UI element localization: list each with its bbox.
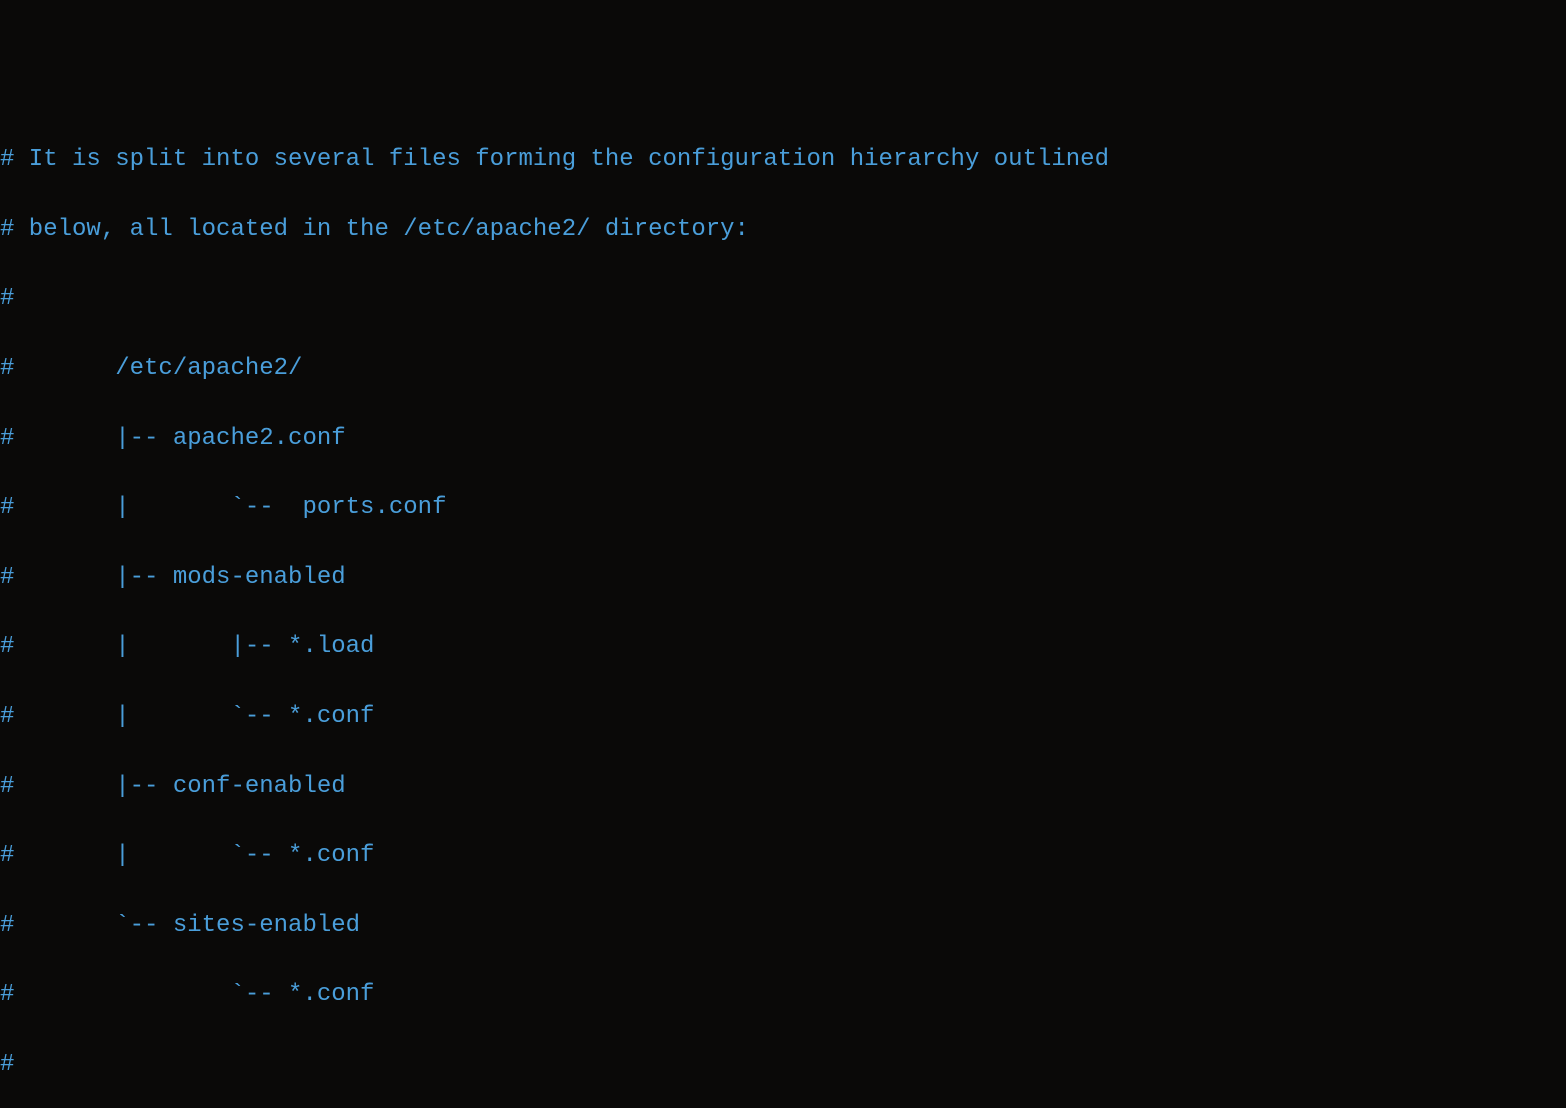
config-tree-line: # `-- *.conf bbox=[0, 978, 1566, 1013]
config-tree-line: # |-- mods-enabled bbox=[0, 561, 1566, 596]
config-tree-line: # |-- apache2.conf bbox=[0, 422, 1566, 457]
config-tree-line: # /etc/apache2/ bbox=[0, 352, 1566, 387]
config-tree-line: # | `-- ports.conf bbox=[0, 491, 1566, 526]
config-comment-line: # bbox=[0, 1048, 1566, 1083]
config-tree-line: # | `-- *.conf bbox=[0, 839, 1566, 874]
config-tree-line: # | `-- *.conf bbox=[0, 700, 1566, 735]
config-comment-line: # bbox=[0, 282, 1566, 317]
config-tree-line: # | |-- *.load bbox=[0, 630, 1566, 665]
config-tree-line: # |-- conf-enabled bbox=[0, 770, 1566, 805]
config-comment-line: # It is split into several files forming… bbox=[0, 143, 1566, 178]
config-comment-line: # below, all located in the /etc/apache2… bbox=[0, 213, 1566, 248]
config-tree-line: # `-- sites-enabled bbox=[0, 909, 1566, 944]
